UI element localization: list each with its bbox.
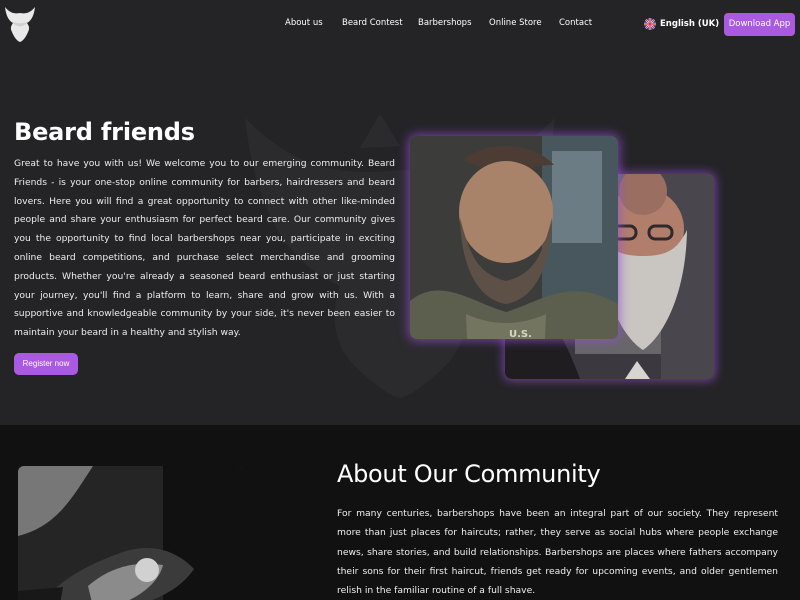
about-description: For many centuries, barbershops have bee… (337, 508, 778, 597)
about-section: About Our Community For many centuries, … (0, 425, 800, 600)
register-now-button[interactable]: Register now (14, 353, 78, 375)
beard-logo[interactable] (0, 4, 40, 44)
about-title: About Our Community (337, 460, 601, 488)
military-bearded-man-photo: U.S. (410, 136, 618, 339)
language-selector[interactable]: English (UK) ▼ (644, 18, 729, 30)
shave-photo (18, 466, 243, 600)
download-app-button[interactable]: Download App (724, 13, 795, 36)
nav-beard-contest[interactable]: Beard Contest (342, 18, 403, 28)
nav-contact[interactable]: Contact (559, 18, 592, 28)
svg-text:U.S.: U.S. (509, 329, 532, 339)
nav-about-us[interactable]: About us (285, 18, 323, 28)
hero-title: Beard friends (14, 118, 195, 146)
hero-section: Beard friends Great to have you with us!… (0, 48, 800, 425)
site-header: About us Beard Contest Barbershops Onlin… (0, 0, 800, 48)
uk-flag-icon (644, 18, 656, 30)
language-label: English (UK) (660, 19, 720, 29)
hero-description: Great to have you with us! We welcome yo… (14, 158, 395, 339)
nav-barbershops[interactable]: Barbershops (418, 18, 472, 28)
nav-online-store[interactable]: Online Store (489, 18, 542, 28)
